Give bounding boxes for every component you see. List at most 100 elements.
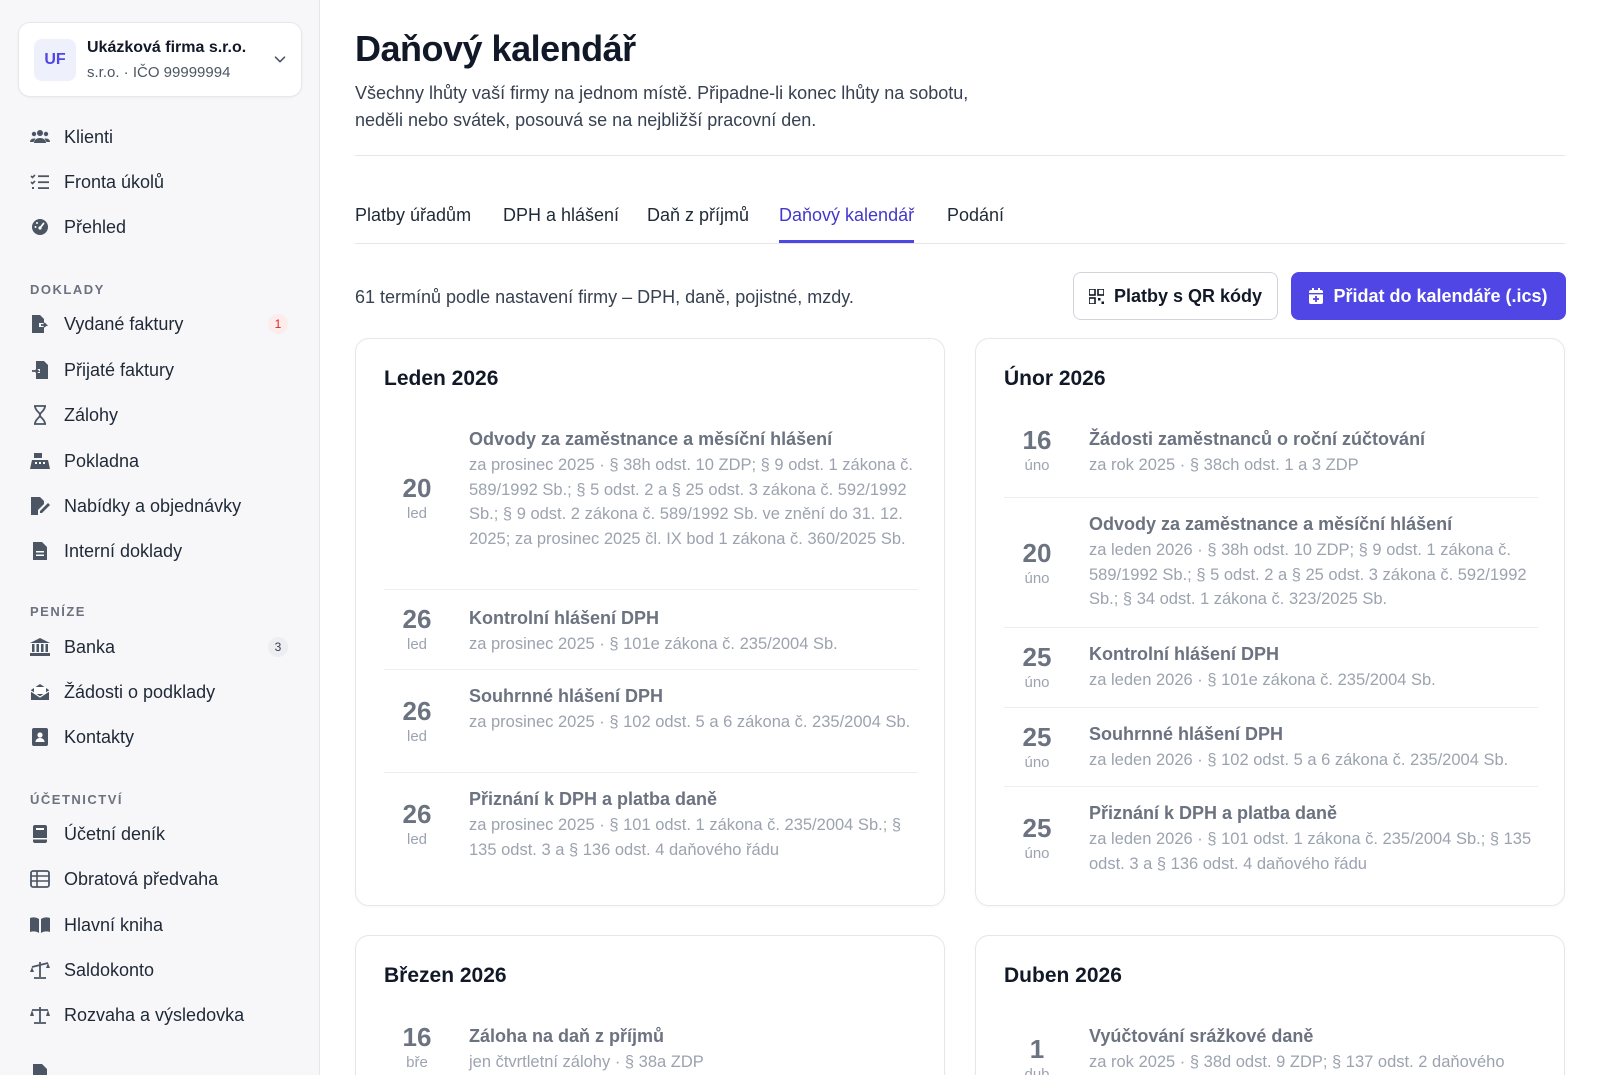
month-title: Únor 2026	[1004, 367, 1106, 390]
file-icon	[30, 541, 50, 561]
gauge-icon	[30, 217, 50, 237]
event-description: za leden 2026 · § 38h odst. 10 ZDP; § 9 …	[1089, 541, 1527, 608]
page-title: Daňový kalendář	[355, 28, 636, 69]
sidebar-item-interni-doklady[interactable]: Interní doklady	[30, 536, 292, 566]
event-title: Kontrolní hlášení DPH	[1089, 644, 1280, 664]
event-day: 16	[402, 1022, 432, 1052]
tab-podani[interactable]: Podání	[947, 205, 1004, 243]
sidebar-item-fronta-ukolu[interactable]: Fronta úkolů	[30, 167, 292, 197]
tab-dph-a-hlaseni[interactable]: DPH a hlášení	[503, 205, 619, 243]
sidebar-item-hlavni-kniha[interactable]: Hlavní kniha	[30, 910, 292, 940]
tab-bar: Platby úřadům DPH a hlášení Daň z příjmů…	[355, 200, 1565, 244]
sidebar-item-label: Pokladna	[64, 450, 140, 471]
add-to-calendar-label: Přidat do kalendáře (.ics)	[1333, 285, 1548, 306]
table-icon	[30, 869, 50, 889]
sidebar-item-ucetni-denik[interactable]: Účetní deník	[30, 819, 292, 849]
event-description: za prosinec 2025 · § 38h odst. 10 ZDP; §…	[469, 456, 913, 548]
event-description: za leden 2026 · § 101 odst. 1 zákona č. …	[1089, 830, 1532, 873]
event-item[interactable]: 25 úno Přiznání k DPH a platba daně za l…	[1004, 786, 1538, 886]
sidebar-item-label: Vydané faktury	[64, 313, 184, 334]
file-signature-icon	[30, 496, 50, 516]
event-description: za leden 2026 · § 101e zákona č. 235/200…	[1089, 671, 1436, 689]
event-title: Žádosti zaměstnanců o roční zúčtování	[1089, 429, 1426, 449]
sidebar-item-nabidky[interactable]: Nabídky a objednávky	[30, 491, 292, 521]
event-item[interactable]: 26 led Kontrolní hlášení DPH za prosinec…	[384, 589, 918, 669]
sidebar-item-prehled[interactable]: Přehled	[30, 212, 292, 242]
sidebar-item-banka[interactable]: Banka 3	[30, 632, 292, 662]
sidebar: UF Ukázková firma s.r.o. s.r.o. · IČO 99…	[0, 0, 320, 1075]
event-day: 20	[402, 473, 432, 503]
event-description: za rok 2025 · § 38ch odst. 1 a 3 ZDP	[1089, 456, 1359, 474]
calendar-plus-icon	[1309, 288, 1324, 304]
event-item[interactable]: 26 led Přiznání k DPH a platba daně za p…	[384, 772, 918, 872]
event-month: dub	[1024, 1066, 1050, 1075]
event-day: 20	[1022, 538, 1052, 568]
company-switcher[interactable]: UF Ukázková firma s.r.o. s.r.o. · IČO 99…	[18, 22, 302, 97]
event-item[interactable]: 16 úno Žádosti zaměstnanců o roční zúčto…	[1004, 419, 1538, 497]
month-title: Leden 2026	[384, 367, 499, 390]
section-penize: PENÍZE	[30, 604, 86, 619]
month-card-leden: Leden 2026 20 led Odvody za zaměstnance …	[355, 338, 945, 906]
event-title: Souhrnné hlášení DPH	[1089, 724, 1284, 744]
sidebar-item-zalohy[interactable]: Zálohy	[30, 400, 292, 430]
event-month: úno	[1024, 674, 1050, 691]
invoice-in-icon	[30, 360, 50, 380]
tab-platby-uradum[interactable]: Platby úřadům	[355, 205, 471, 243]
hourglass-icon	[30, 405, 50, 425]
sidebar-item-obratova-predvaha[interactable]: Obratová předvaha	[30, 864, 292, 894]
event-month: led	[406, 728, 428, 745]
sidebar-item-label: Fronta úkolů	[64, 171, 165, 192]
event-item[interactable]: 25 úno Kontrolní hlášení DPH za leden 20…	[1004, 627, 1538, 707]
event-day: 25	[1022, 642, 1052, 672]
sidebar-item-label: Žádosti o podklady	[64, 681, 216, 702]
divider	[355, 155, 1565, 156]
list-check-icon	[30, 172, 50, 192]
qr-payments-button[interactable]: Platby s QR kódy	[1073, 272, 1278, 320]
event-item[interactable]: 16 bře Záloha na daň z příjmů jen čtvrtl…	[384, 1016, 918, 1075]
sidebar-item-more[interactable]	[30, 1058, 292, 1075]
sidebar-item-label: Hlavní kniha	[64, 914, 164, 935]
sidebar-item-saldokonto[interactable]: Saldokonto	[30, 955, 292, 985]
sidebar-item-label: Zálohy	[64, 404, 119, 425]
sidebar-item-zadosti[interactable]: Žádosti o podklady	[30, 677, 292, 707]
sidebar-item-rozvaha[interactable]: Rozvaha a výsledovka	[30, 1000, 292, 1030]
scale-balanced-icon	[30, 1005, 50, 1025]
event-title: Kontrolní hlášení DPH	[469, 608, 660, 628]
bank-icon	[30, 637, 50, 657]
add-to-calendar-button[interactable]: Přidat do kalendáře (.ics)	[1291, 272, 1566, 320]
count-badge: 3	[268, 637, 288, 657]
event-day: 25	[1022, 722, 1052, 752]
event-title: Přiznání k DPH a platba daně	[469, 789, 718, 809]
event-item[interactable]: 1 dub Vyúčtování srážkové daně za rok 20…	[1004, 1016, 1538, 1075]
tab-danovy-kalendar[interactable]: Daňový kalendář	[779, 205, 915, 243]
month-title: Duben 2026	[1004, 964, 1122, 987]
event-title: Odvody za zaměstnance a měsíční hlášení	[469, 429, 833, 449]
event-day: 1	[1029, 1034, 1045, 1064]
sidebar-item-label: Interní doklady	[64, 540, 183, 561]
event-month: led	[406, 505, 428, 522]
sidebar-item-pokladna[interactable]: Pokladna	[30, 446, 292, 476]
event-item[interactable]: 26 led Souhrnné hlášení DPH za prosinec …	[384, 669, 918, 772]
tab-dan-z-prijmu[interactable]: Daň z příjmů	[647, 205, 749, 243]
event-month: úno	[1024, 754, 1050, 771]
sidebar-item-label: Saldokonto	[64, 959, 155, 980]
sidebar-item-label: Nabídky a objednávky	[64, 495, 242, 516]
event-item[interactable]: 25 úno Souhrnné hlášení DPH za leden 202…	[1004, 707, 1538, 786]
company-name: Ukázková firma s.r.o.	[87, 39, 247, 56]
event-title: Záloha na daň z příjmů	[469, 1026, 665, 1046]
qr-code-icon	[1088, 288, 1104, 304]
month-title: Březen 2026	[384, 964, 507, 987]
event-item[interactable]: 20 úno Odvody za zaměstnance a měsíční h…	[1004, 497, 1538, 627]
section-ucetnictvi: ÚČETNICTVÍ	[30, 792, 123, 807]
sidebar-item-vydane-faktury[interactable]: Vydané faktury 1	[30, 309, 292, 339]
invoice-out-icon	[30, 314, 50, 334]
event-month: úno	[1024, 570, 1050, 587]
sidebar-item-klienti[interactable]: Klienti	[30, 122, 292, 152]
book-open-icon	[30, 915, 50, 935]
page-subtitle: Všechny lhůty vaší firmy na jednom místě…	[355, 83, 969, 130]
sidebar-item-kontakty[interactable]: Kontakty	[30, 722, 292, 752]
event-item[interactable]: 20 led Odvody za zaměstnance a měsíční h…	[384, 419, 918, 579]
event-day: 25	[1022, 813, 1052, 843]
sidebar-item-prijate-faktury[interactable]: Přijaté faktury	[30, 355, 292, 385]
envelope-open-icon	[30, 682, 50, 702]
